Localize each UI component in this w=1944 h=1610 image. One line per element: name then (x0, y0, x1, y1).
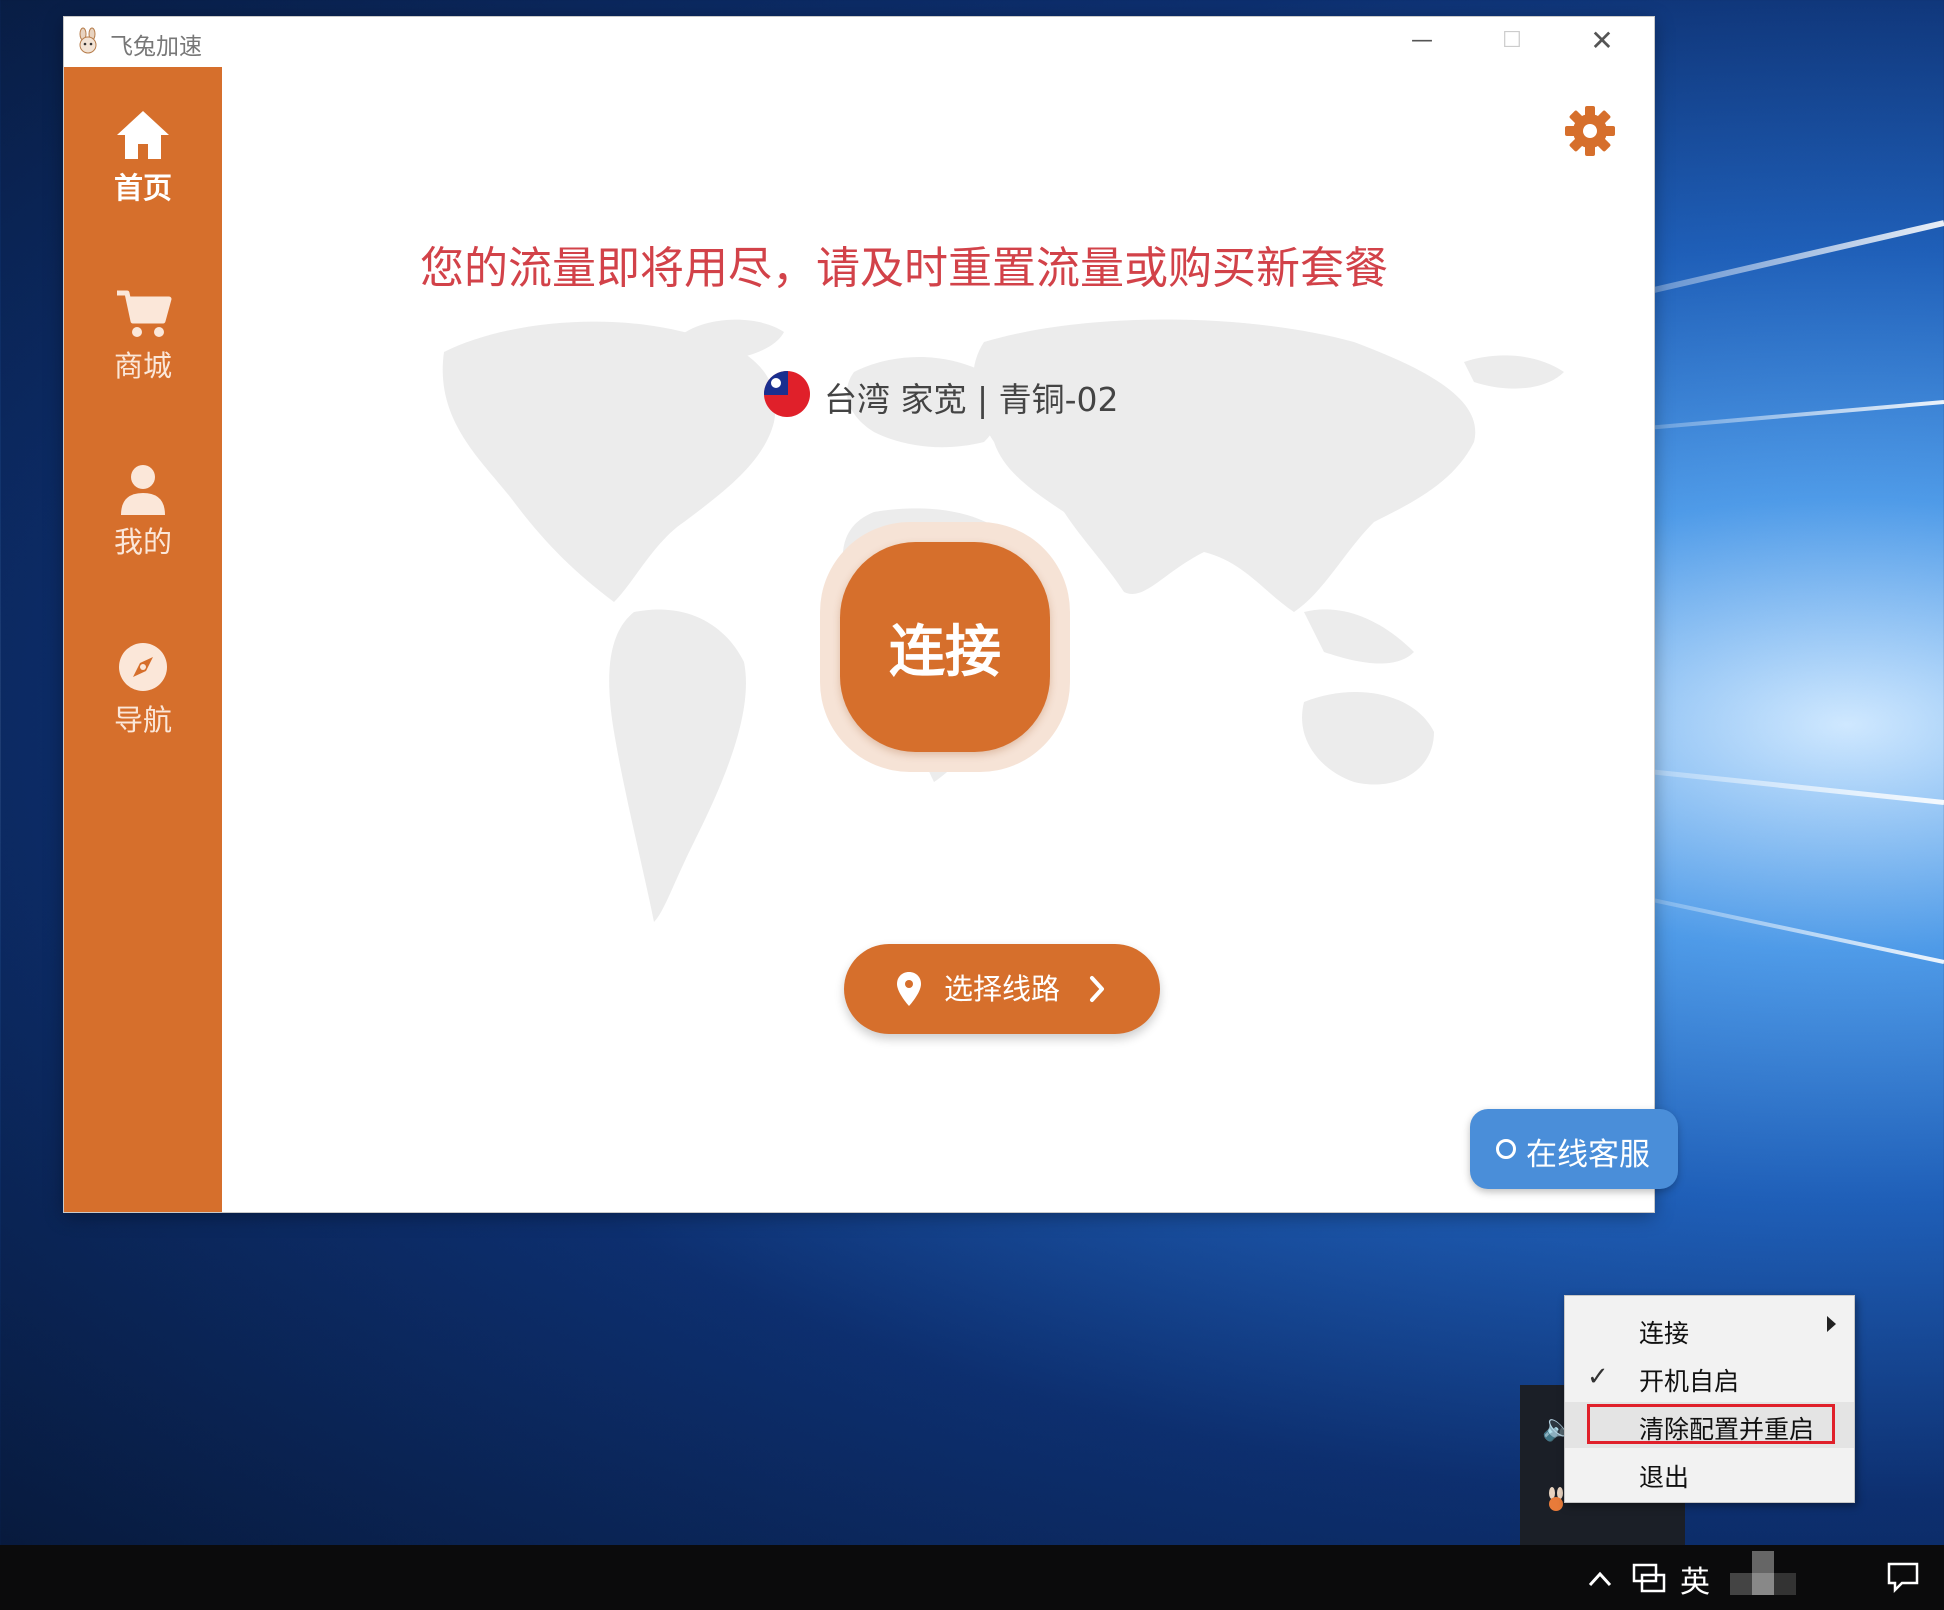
sidebar-item-label: 导航 (113, 703, 172, 737)
location-pin-icon (897, 972, 921, 1006)
chat-icon (1496, 1139, 1516, 1159)
show-hidden-icons-chevron[interactable] (1586, 1569, 1614, 1589)
traffic-warning: 您的流量即将用尽，请及时重置流量或购买新套餐 (420, 243, 1388, 294)
menu-item-label: 退出 (1639, 1463, 1690, 1492)
menu-item-label: 连接 (1639, 1319, 1690, 1348)
taiwan-flag-icon (764, 371, 810, 417)
title-bar[interactable]: 飞兔加速 — ☐ ✕ (64, 17, 1654, 67)
home-icon (117, 111, 169, 159)
app-window: 飞兔加速 — ☐ ✕ 首页 商城 我的 导航 您的流量即将用尽，请及时重置流量或… (64, 17, 1678, 1212)
minimize-button[interactable]: — (1398, 25, 1446, 57)
compass-icon (119, 643, 167, 691)
rabbit-logo-icon (79, 27, 97, 54)
maximize-button[interactable]: ☐ (1488, 25, 1536, 57)
menu-item-exit[interactable]: 退出 (1565, 1450, 1854, 1496)
submenu-arrow-icon (1827, 1316, 1836, 1332)
check-icon: ✓ (1587, 1362, 1609, 1392)
network-icon[interactable] (1632, 1563, 1666, 1593)
menu-item-connect[interactable]: 连接 (1565, 1306, 1854, 1352)
gear-icon[interactable] (1564, 105, 1616, 157)
sidebar-item-label: 商城 (113, 349, 172, 383)
sidebar: 首页 商城 我的 导航 (64, 67, 222, 1212)
chevron-right-icon (1090, 976, 1104, 1002)
menu-item-label: 清除配置并重启 (1639, 1415, 1815, 1444)
sidebar-item-navigation[interactable]: 导航 (64, 641, 222, 739)
close-button[interactable]: ✕ (1578, 25, 1626, 57)
window-title: 飞兔加速 (110, 34, 202, 60)
tray-context-menu: 连接 ✓ 开机自启 清除配置并重启 退出 (1564, 1295, 1855, 1503)
clock-pixelated (1720, 1533, 1810, 1603)
sidebar-item-label: 首页 (113, 171, 172, 205)
select-route-button[interactable]: 选择线路 (844, 944, 1160, 1034)
select-route-label: 选择线路 (944, 972, 1061, 1006)
menu-item-clear-config-restart[interactable]: 清除配置并重启 (1565, 1402, 1854, 1448)
online-support-label: 在线客服 (1526, 1137, 1650, 1173)
online-support-button[interactable]: 在线客服 (1470, 1109, 1678, 1189)
menu-item-autostart[interactable]: ✓ 开机自启 (1565, 1354, 1854, 1400)
sidebar-item-store[interactable]: 商城 (64, 287, 222, 385)
cart-icon (117, 290, 172, 337)
menu-item-label: 开机自启 (1639, 1367, 1740, 1396)
sidebar-item-label: 我的 (113, 525, 172, 559)
connect-button[interactable]: 连接 (840, 542, 1050, 752)
user-icon (121, 465, 165, 515)
notification-center-icon[interactable] (1886, 1561, 1920, 1593)
sidebar-item-profile[interactable]: 我的 (64, 463, 222, 561)
server-name: 台湾 家宽 | 青铜-02 (824, 380, 1119, 419)
taskbar: 英 (0, 1545, 1944, 1610)
sidebar-item-home[interactable]: 首页 (64, 109, 222, 207)
input-method-indicator[interactable]: 英 (1680, 1557, 1710, 1601)
